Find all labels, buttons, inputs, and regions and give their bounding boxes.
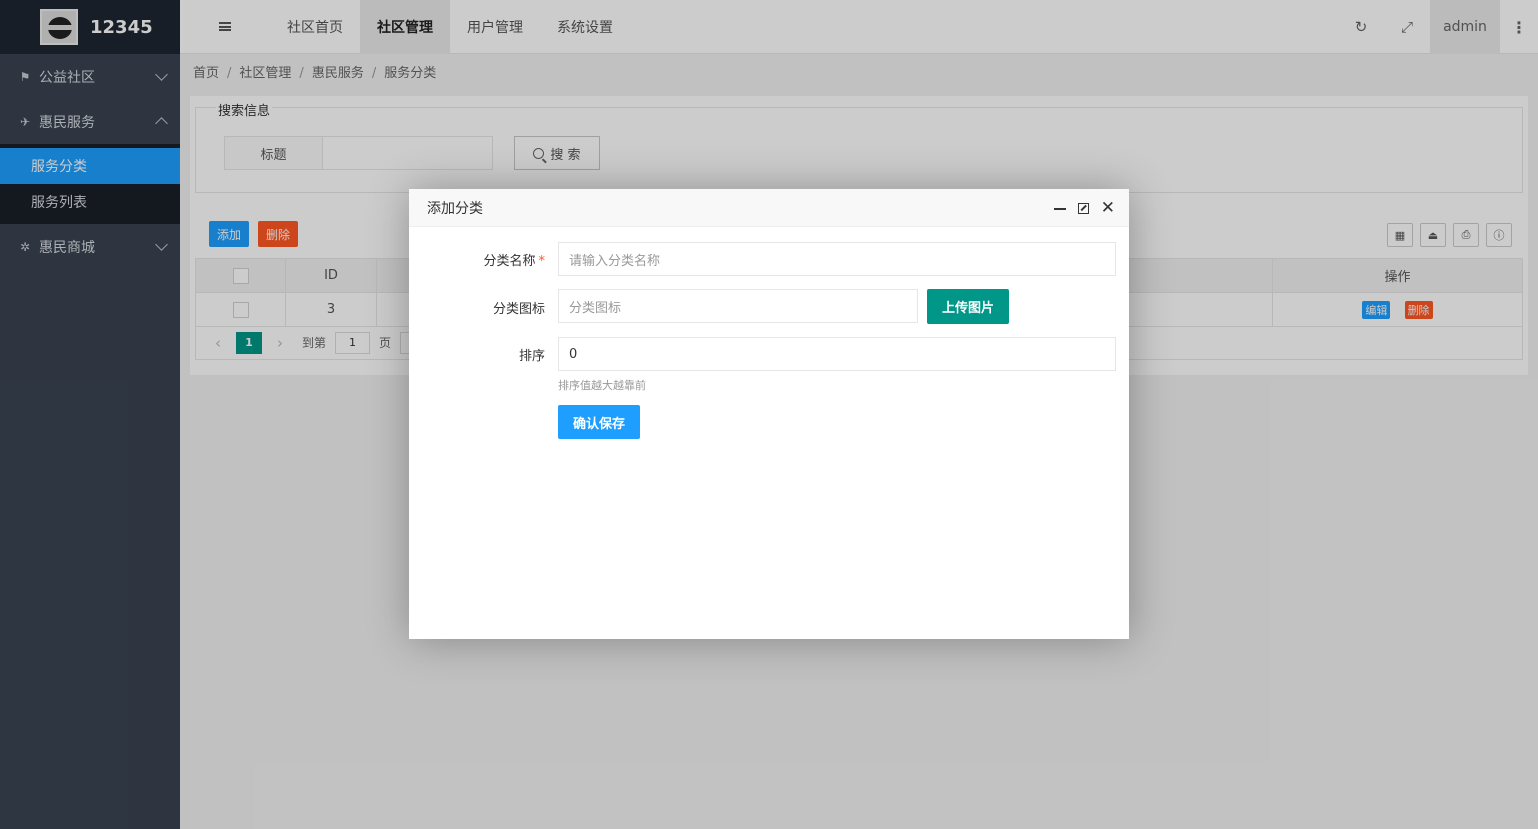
category-icon-input[interactable]: 分类图标 [558, 289, 918, 323]
maximize-icon[interactable] [1077, 202, 1089, 214]
sort-field-label: 排序 [518, 349, 545, 364]
upload-image-button[interactable]: 上传图片 [927, 289, 1009, 324]
sort-hint: 排序值越大越靠前 [558, 379, 646, 392]
category-name-input[interactable]: 请输入分类名称 [558, 242, 1116, 276]
dialog-header[interactable]: 添加分类 ✕ [409, 189, 1129, 227]
dialog-title: 添加分类 [427, 200, 483, 217]
minimize-icon[interactable] [1053, 208, 1066, 210]
name-field-label: 分类名称 * [483, 254, 546, 269]
sort-input[interactable]: 0 [558, 337, 1116, 371]
close-icon[interactable]: ✕ [1101, 199, 1115, 217]
save-button[interactable]: 确认保存 [558, 405, 640, 439]
required-mark: * [538, 254, 546, 269]
icon-field-label: 分类图标 [492, 302, 545, 317]
add-category-dialog: 添加分类 ✕ 分类名称 * 请输入分类名称 分类图标 分类图标 上传图片 排序 0… [409, 189, 1129, 639]
